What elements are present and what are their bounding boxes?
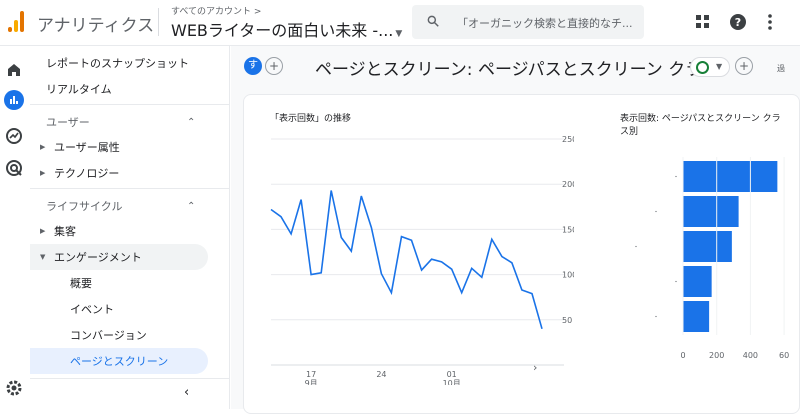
svg-text:?: ? [735, 16, 741, 29]
sidebar-item-label: コンバージョン [70, 327, 147, 343]
chevron-up-icon: ⌃ [187, 201, 195, 212]
sidebar-item-pages-screens[interactable]: ページとスクリーン [30, 348, 208, 374]
add-filter-button[interactable]: + [735, 57, 753, 75]
chart-card: 「表示回数」の推移 表示回数: ページパスとスクリーン クラ ス別 50 100 1… [243, 94, 800, 414]
sidebar-item-label: リアルタイム [46, 81, 112, 97]
sidebar-item-conversions[interactable]: コンバージョン [30, 322, 208, 348]
sidebar: レポートのスナップショット リアルタイム ユーザー ⌃ ▶ ユーザー属性 ▶ テ… [30, 46, 230, 409]
expand-triangle-icon: ▶ [40, 227, 45, 235]
date-range-truncated[interactable]: 過 [777, 63, 785, 74]
section-label: ユーザー [46, 114, 90, 130]
sidebar-item-label: ユーザー属性 [54, 139, 120, 155]
bar-chart-title: 表示回数: ページパスとスクリーン クラ ス別 [620, 111, 800, 137]
settings-icon[interactable] [4, 378, 24, 398]
sidebar-divider [30, 104, 230, 105]
series-line [271, 191, 542, 329]
x-tick-label: 60 [779, 351, 789, 360]
sidebar-item-demographics[interactable]: ▶ ユーザー属性 [30, 134, 208, 160]
bar [683, 231, 732, 262]
sidebar-item-technology[interactable]: ▶ テクノロジー [30, 160, 208, 186]
x-tick-label: 01 [447, 370, 457, 379]
apps-icon[interactable] [693, 12, 713, 32]
nav-rail [0, 46, 30, 409]
x-tick-label: 400 [743, 351, 758, 360]
advertising-icon[interactable] [4, 158, 24, 178]
sidebar-item-label: 集客 [54, 223, 76, 239]
chevron-up-icon: ⌃ [187, 117, 195, 128]
x-tick-label: 200 [709, 351, 724, 360]
x-tick-sublabel: 10月 [443, 379, 461, 385]
bar-chart-title-line1: 表示回数: ページパスとスクリーン クラ [620, 111, 800, 124]
sidebar-item-label: 概要 [70, 275, 92, 291]
y-tick-label: 50 [562, 316, 572, 325]
report-main: す + ページとスクリーン: ページパスとスクリーン クラス ▼ + 過 「表示… [231, 46, 800, 409]
sidebar-divider [30, 378, 230, 379]
account-breadcrumb[interactable]: すべてのアカウント > [171, 4, 261, 17]
app-title: アナリティクス [37, 11, 154, 36]
explore-icon[interactable] [4, 126, 24, 146]
add-comparison-button[interactable]: + [265, 57, 283, 75]
caret-down-icon: ▼ [716, 62, 722, 71]
sidebar-section-lifecycle[interactable]: ライフサイクル ⌃ [30, 193, 208, 219]
sidebar-item-realtime[interactable]: リアルタイム [30, 76, 208, 102]
sidebar-item-label: ページとスクリーン [70, 353, 168, 369]
category-label [675, 176, 676, 177]
bar [683, 266, 712, 297]
search-icon [426, 14, 440, 28]
y-tick-label: 150 [562, 225, 574, 234]
bar [683, 196, 739, 227]
collapse-triangle-icon: ▼ [40, 253, 45, 261]
x-tick-label: 17 [306, 370, 316, 379]
section-label: ライフサイクル [46, 198, 122, 214]
sidebar-item-acquisition[interactable]: ▶ 集客 [30, 218, 208, 244]
x-tick-sublabel: 9月 [305, 379, 318, 385]
next-page-button[interactable]: › [533, 361, 537, 374]
expand-triangle-icon: ▶ [40, 169, 45, 177]
collapse-sidebar-button[interactable]: ‹ [184, 385, 189, 400]
y-tick-label: 200 [562, 180, 574, 189]
sidebar-item-overview[interactable]: 概要 [30, 270, 208, 296]
report-title: ページとスクリーン: ページパスとスクリーン クラス [315, 55, 719, 80]
x-tick-label: 0 [680, 351, 685, 360]
sidebar-item-label: イベント [70, 301, 114, 317]
check-circle-icon [696, 61, 709, 74]
reports-icon[interactable] [4, 90, 24, 110]
y-tick-label: 100 [562, 271, 574, 280]
sidebar-item-label: テクノロジー [54, 165, 119, 181]
category-label [655, 211, 656, 212]
sidebar-item-events[interactable]: イベント [30, 296, 208, 322]
comparison-avatar[interactable]: す [244, 57, 262, 75]
title-divider [158, 8, 159, 36]
help-icon[interactable]: ? [728, 12, 748, 32]
line-chart-title: 「表示回数」の推移 [270, 111, 351, 124]
sidebar-item-snapshot[interactable]: レポートのスナップショット [30, 50, 208, 76]
analytics-logo-icon[interactable] [8, 10, 24, 32]
x-tick-label: 24 [376, 370, 386, 379]
caret-down-icon: ▼ [395, 29, 402, 39]
sidebar-item-label: レポートのスナップショット [46, 55, 189, 71]
property-name: WEBライターの面白い未来 -... [171, 21, 393, 40]
category-label [635, 246, 636, 247]
bar-chart: 0 200 400 60 [604, 135, 800, 405]
sidebar-item-label: エンゲージメント [54, 249, 142, 265]
top-bar: アナリティクス すべてのアカウント > WEBライターの面白い未来 -...▼ … [0, 0, 800, 46]
home-icon[interactable] [4, 60, 24, 80]
category-label [655, 316, 656, 317]
report-header: す + ページとスクリーン: ページパスとスクリーン クラス ▼ + 過 [231, 46, 800, 90]
category-label [675, 281, 676, 282]
property-selector[interactable]: WEBライターの面白い未来 -...▼ [171, 17, 402, 41]
expand-triangle-icon: ▶ [40, 143, 45, 151]
sidebar-section-user[interactable]: ユーザー ⌃ [30, 109, 208, 135]
search-placeholder: 「オーガニック検索と直接的なチ... [457, 15, 633, 31]
bar [683, 161, 777, 192]
more-vert-icon[interactable] [760, 12, 780, 32]
line-chart: 50 100 150 200 250 179月 24 0110月 [244, 135, 574, 385]
bar [683, 301, 709, 332]
report-status-chip[interactable]: ▼ [690, 57, 730, 77]
sidebar-item-engagement[interactable]: ▼ エンゲージメント [30, 244, 208, 270]
sidebar-divider [30, 188, 230, 189]
search-input[interactable]: 「オーガニック検索と直接的なチ... [412, 5, 644, 39]
y-tick-label: 250 [562, 135, 574, 144]
